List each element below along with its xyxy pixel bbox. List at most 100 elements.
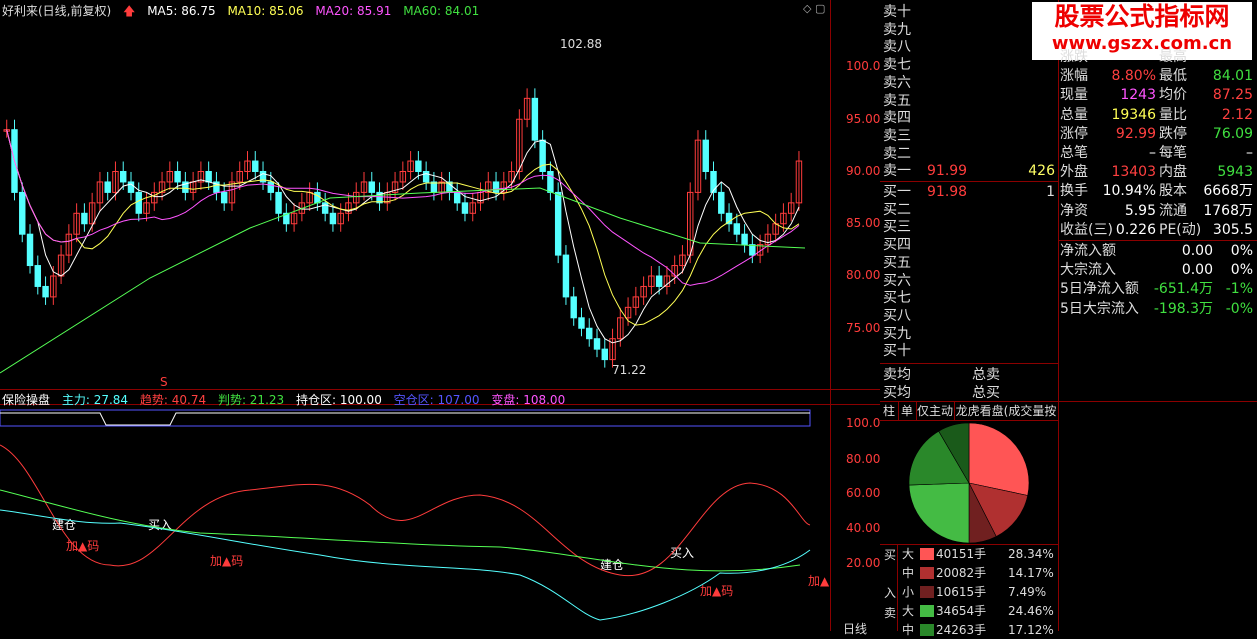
buy-level-label: 买三 [883,219,911,236]
buy-level-row[interactable]: 买二 [883,202,1055,219]
buy-side-label: 买 [884,548,897,562]
stat-label: 股本 [1159,183,1187,200]
total-buy-label: 总买 [972,385,1000,401]
tab-0[interactable]: 柱 [880,402,899,420]
stock-title[interactable]: 好利来(日线,前复权) [2,4,111,18]
sell-level-row[interactable]: 卖七 [883,57,1055,74]
buy-level-row[interactable]: 买六 [883,273,1055,290]
sell-level-label: 卖五 [883,92,911,109]
window-controls[interactable]: ◇ ▢ [803,2,825,15]
candle [205,161,212,190]
candle [189,171,197,201]
vb-left-border [897,545,898,631]
tab-3[interactable]: 龙虎看盘(成交量按 [954,402,1059,420]
buy-level-label: 买五 [883,254,911,271]
buy-level-row[interactable]: 买三 [883,219,1055,236]
sell-level-row[interactable]: 卖六 [883,75,1055,92]
signal-s-label: S [160,375,168,388]
sell-level-label: 卖六 [883,74,911,91]
stat-label: 净资 [1060,202,1088,219]
buy-level-row[interactable]: 买五 [883,255,1055,272]
candle [321,192,329,222]
tab-2[interactable]: 仅主动 [916,402,955,420]
volume-row: 中 20082手 14.17% [900,564,1060,582]
stat-value: 6668万 [1203,183,1253,200]
sell-level-row[interactable]: 卖五 [883,93,1055,110]
up-arrow-icon: 🡅 [123,4,136,18]
candle [213,171,220,201]
stat-value: 87.25 [1212,87,1253,104]
volume-swatch [920,605,934,617]
indicator-chart[interactable]: 建仓加▲码买入加▲码 建仓买入加▲码加▲ [0,405,830,631]
buy-level-label: 买八 [883,307,911,324]
volume-amount: 20082手 [936,566,987,580]
candle [391,171,399,201]
sell-level-row[interactable]: 卖二 [883,146,1055,163]
buy-side-label-2: 入 [884,586,897,600]
sell-level-row[interactable]: 卖九 [883,22,1055,39]
volume-swatch [920,548,934,560]
stat-label: 最低 [1159,68,1187,85]
sell-level-row[interactable]: 卖八 [883,39,1055,56]
stat-value: 92.99 [1115,125,1156,142]
indicator-axis-tick: 20.00 [846,556,881,570]
stat-row: 涨跌 最高 [1060,48,1255,67]
stat-value: 10.94% [1102,183,1156,200]
price-chart[interactable]: 102.88 71.22 S [0,18,830,388]
volume-swatch [920,586,934,598]
price-axis-tick: 75.00 [846,321,881,335]
stat-label: 内盘 [1159,164,1187,181]
candle [609,328,616,368]
flow-label: 净流入额 [1060,243,1116,259]
high-price-label: 102.88 [560,37,602,51]
candle [601,339,608,368]
stat-value: 5943 [1217,164,1253,181]
sell-level-row[interactable]: 卖四 [883,110,1055,127]
buy-level-row[interactable]: 买一 91.98 1 [883,184,1055,201]
sell-level-row[interactable]: 卖三 [883,128,1055,145]
candle [679,245,686,274]
candle [399,161,407,190]
candle [275,182,282,222]
candle [283,203,290,232]
buy-level-row[interactable]: 买七 [883,290,1055,307]
sell-level-label: 卖四 [883,110,911,127]
stat-value: 0.226 [1115,221,1156,238]
flow-value: 0.00 [1181,243,1213,259]
buy-level-label: 买十 [883,343,911,360]
candle [795,151,803,211]
candle [694,130,702,201]
flow-row: 净流入额 0.00 0% [1060,242,1255,261]
sell-level-row[interactable]: 卖一 91.99 426 [883,163,1055,180]
volume-size: 中 [902,623,915,637]
candle [632,286,640,316]
avg-buy-label: 买均 [883,385,911,401]
indicator-axis-tick: 80.00 [846,452,881,466]
buy-level-row[interactable]: 买十 [883,343,1055,360]
sell-level-row[interactable]: 卖十 [883,4,1055,21]
candle [337,203,344,232]
volume-size: 小 [902,585,915,599]
candle [220,182,228,211]
flow-pct: 0% [1230,243,1253,259]
candle [290,203,298,232]
volume-pct: 14.17% [1008,566,1054,580]
candle [686,182,694,264]
tab-1[interactable]: 单 [898,402,917,420]
stat-value: 5.95 [1124,202,1156,219]
stat-value: – [1149,145,1156,161]
stat-label: 外盘 [1060,164,1088,181]
period-label[interactable]: 日线 [843,620,867,637]
buy-level-row[interactable]: 买四 [883,237,1055,254]
price-axis-tick: 100.0 [846,59,881,73]
buy-level-row[interactable]: 买八 [883,308,1055,325]
flow-pct: -1% [1225,281,1253,298]
candle [764,224,772,253]
candle [81,203,88,232]
stat-value: 1768万 [1203,202,1253,219]
stat-label: 涨跌 [1060,49,1088,65]
candle [787,192,795,222]
stat-value: 84.01 [1212,68,1253,85]
candle [570,286,577,326]
buy-level-row[interactable]: 买九 [883,326,1055,343]
